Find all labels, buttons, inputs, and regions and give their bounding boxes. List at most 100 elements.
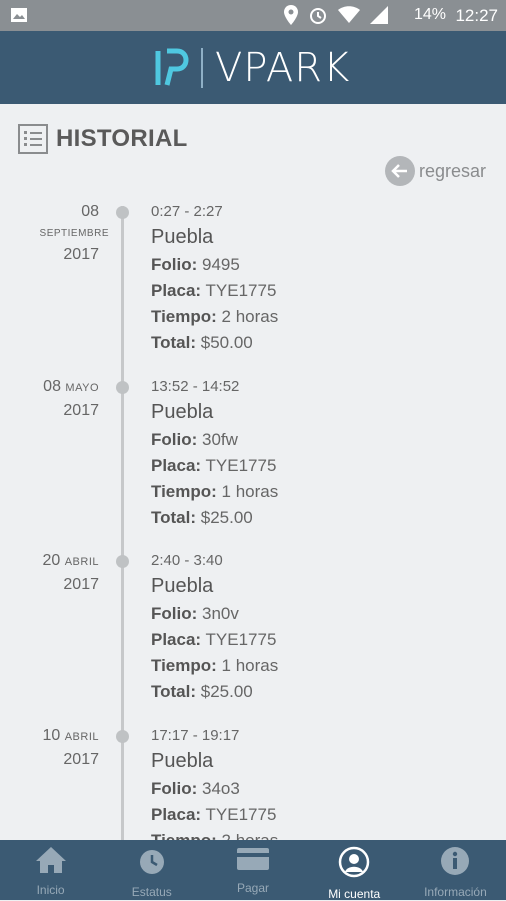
battery-level: 14%	[413, 6, 446, 23]
back-button[interactable]: regresar	[384, 156, 486, 186]
entry-details: 13:52 - 14:52 Puebla Folio: 30fw Placa: TYE…	[151, 378, 278, 528]
nav-item-user[interactable]: Mi cuenta	[304, 840, 405, 901]
entry-total: Total: $50.00	[151, 333, 278, 353]
entry-city: Puebla	[151, 750, 214, 772]
user-icon	[338, 846, 370, 883]
tiempo-label: Tiempo:	[151, 307, 217, 326]
entry-time-range: 0:27 - 2:27	[151, 203, 223, 220]
placa-value: TYE1775	[205, 456, 277, 475]
entry-placa: Placa: TYE1775	[151, 281, 278, 301]
entry-time-range: 17:17 - 19:17	[151, 727, 240, 744]
total-label: Total:	[151, 682, 197, 701]
history-entry: 08 septiembre 2017 0:27 - 2:27 Puebla Folio: …	[0, 203, 506, 376]
entry-folio: Folio: 30fw	[151, 430, 278, 450]
folio-label: Folio:	[151, 604, 198, 623]
total-label: Total:	[151, 508, 197, 527]
timeline-dot	[116, 730, 129, 743]
entry-date: 20 abril	[42, 552, 99, 570]
entry-month: septiembre	[39, 228, 109, 239]
app-header: VPARK	[0, 31, 506, 104]
home-icon	[35, 846, 67, 879]
placa-value: TYE1775	[205, 281, 277, 300]
info-icon	[440, 846, 470, 881]
total-value: $25.00	[200, 682, 253, 701]
nav-label: Estatus	[131, 885, 172, 899]
back-label: regresar	[418, 160, 486, 181]
folio-value: 34o3	[202, 779, 240, 798]
entry-placa: Placa: TYE1775	[151, 805, 278, 825]
timeline-dot	[116, 381, 129, 394]
folio-label: Folio:	[151, 779, 198, 798]
placa-label: Placa:	[151, 805, 202, 824]
tiempo-label: Tiempo:	[151, 656, 217, 675]
folio-label: Folio:	[151, 255, 198, 274]
nav-label: Pagar	[236, 881, 270, 895]
entry-tiempo: Tiempo: 1 horas	[151, 482, 278, 502]
nav-label: Mi cuenta	[328, 887, 381, 901]
entry-city: Puebla	[151, 226, 214, 248]
folio-label: Folio:	[151, 430, 198, 449]
tiempo-value: 2 horas	[221, 307, 279, 326]
entry-date: 08	[81, 203, 99, 221]
back-arrow-icon	[384, 156, 415, 186]
status-bar: 14% 12:27	[0, 0, 506, 31]
entry-city: Puebla	[151, 401, 214, 423]
clock-icon	[137, 846, 167, 881]
entry-time-range: 2:40 - 3:40	[151, 552, 223, 569]
entry-year: 2017	[63, 402, 99, 419]
wifi-icon	[338, 6, 360, 23]
bottom-navigation: Inicio Estatus Pagar Mi cuenta Información	[0, 840, 506, 901]
placa-label: Placa:	[151, 281, 202, 300]
signal-icon	[370, 6, 388, 24]
placa-label: Placa:	[151, 630, 202, 649]
page-title: HISTORIAL	[56, 125, 188, 152]
alarm-icon	[310, 8, 326, 24]
folio-value: 30fw	[202, 430, 238, 449]
entry-total: Total: $25.00	[151, 682, 278, 702]
logo-divider	[201, 48, 203, 88]
nav-item-card[interactable]: Pagar	[202, 840, 303, 900]
entry-details: 2:40 - 3:40 Puebla Folio: 3n0v Placa: TYE17…	[151, 552, 278, 702]
entry-tiempo: Tiempo: 2 horas	[151, 307, 278, 327]
history-entry: 08 mayo 2017 13:52 - 14:52 Puebla Folio: 30f…	[0, 378, 506, 551]
brand-logo: VPARK	[155, 45, 350, 91]
entry-placa: Placa: TYE1775	[151, 630, 278, 650]
total-value: $25.00	[200, 508, 253, 527]
entry-day: 20	[42, 552, 61, 569]
entry-time-range: 13:52 - 14:52	[151, 378, 240, 395]
entry-day: 10	[42, 727, 61, 744]
placa-value: TYE1775	[205, 805, 277, 824]
timeline-dot	[116, 206, 129, 219]
entry-day: 08	[43, 378, 61, 395]
total-label: Total:	[151, 333, 197, 352]
card-icon	[236, 846, 270, 877]
entry-folio: Folio: 9495	[151, 255, 278, 275]
entry-folio: Folio: 3n0v	[151, 604, 278, 624]
tiempo-label: Tiempo:	[151, 482, 217, 501]
history-entry: 20 abril 2017 2:40 - 3:40 Puebla Folio: 3n0v…	[0, 552, 506, 725]
entry-month: abril	[64, 731, 99, 743]
entry-date: 10 abril	[42, 727, 99, 745]
entry-total: Total: $25.00	[151, 508, 278, 528]
timeline-dot	[116, 555, 129, 568]
nav-item-clock[interactable]: Estatus	[101, 840, 202, 900]
nav-item-home[interactable]: Inicio	[0, 840, 101, 900]
page-header: HISTORIAL	[18, 124, 188, 154]
tiempo-value: 1 horas	[221, 482, 279, 501]
clock: 12:27	[455, 6, 498, 25]
entry-year: 2017	[63, 246, 99, 263]
entry-month: abril	[64, 556, 99, 568]
entry-placa: Placa: TYE1775	[151, 456, 278, 476]
entry-details: 17:17 - 19:17 Puebla Folio: 34o3 Placa: TYE…	[151, 727, 278, 851]
image-notification-icon	[11, 8, 27, 22]
placa-value: TYE1775	[205, 630, 277, 649]
list-icon	[18, 124, 48, 154]
entry-folio: Folio: 34o3	[151, 779, 278, 799]
entry-year: 2017	[63, 751, 99, 768]
status-icons	[284, 5, 388, 25]
entry-year: 2017	[63, 576, 99, 593]
nav-item-info[interactable]: Información	[405, 840, 506, 900]
entry-day: 08	[81, 203, 99, 220]
vp-logo-icon	[155, 48, 189, 86]
folio-value: 3n0v	[202, 604, 239, 623]
